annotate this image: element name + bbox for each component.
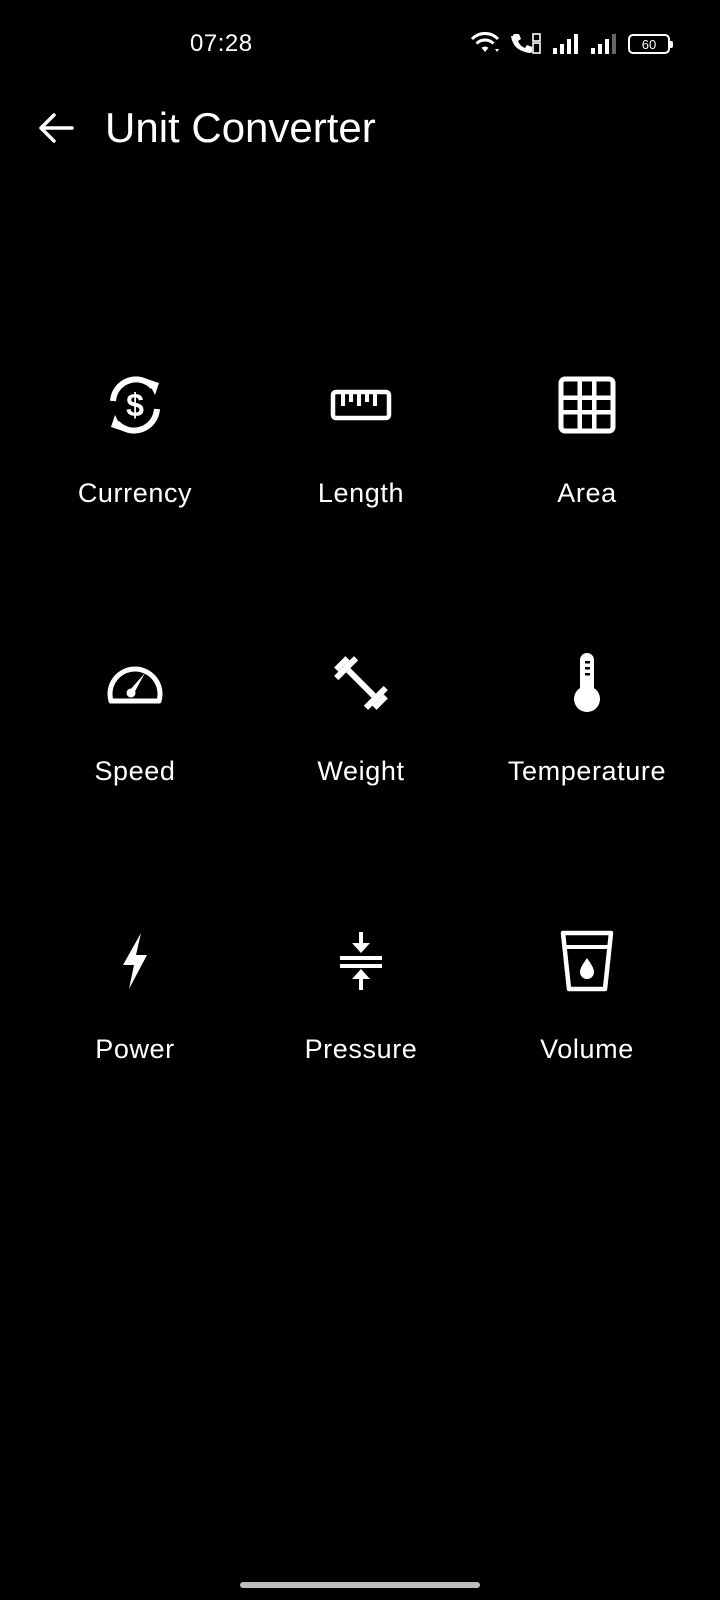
category-label: Weight — [317, 756, 405, 786]
category-label: Length — [317, 478, 405, 508]
category-label: Volume — [540, 1034, 634, 1064]
category-label: Area — [557, 478, 617, 508]
ruler-icon — [326, 370, 396, 440]
home-indicator[interactable] — [240, 1582, 480, 1588]
category-label: Temperature — [507, 756, 667, 786]
category-area[interactable]: Area — [474, 370, 700, 648]
back-button[interactable] — [30, 108, 82, 152]
category-speed[interactable]: Speed — [22, 648, 248, 926]
category-power[interactable]: Power — [22, 926, 248, 1204]
category-label: Currency — [77, 478, 193, 508]
svg-text:$: $ — [126, 387, 144, 423]
page-title: Unit Converter — [105, 104, 376, 151]
thermometer-icon — [552, 648, 622, 718]
status-icons: 60 — [470, 32, 673, 56]
signal-icon — [552, 33, 580, 55]
category-grid: $ Currency Length Area Speed Weight Temp… — [22, 370, 698, 1204]
signal-icon — [590, 33, 618, 55]
battery-level: 60 — [641, 36, 657, 52]
category-weight[interactable]: Weight — [248, 648, 474, 926]
arrow-back-icon — [36, 111, 76, 150]
grid-icon — [552, 370, 622, 440]
category-volume[interactable]: Volume — [474, 926, 700, 1204]
dumbbell-icon — [326, 648, 396, 718]
currency-exchange-icon: $ — [100, 370, 170, 440]
category-label: Power — [95, 1034, 175, 1064]
category-length[interactable]: Length — [248, 370, 474, 648]
category-label: Speed — [94, 756, 176, 786]
battery-indicator: 60 — [628, 34, 673, 54]
app-bar: Unit Converter — [0, 90, 720, 170]
water-glass-icon — [552, 926, 622, 996]
speedometer-icon — [100, 648, 170, 718]
status-bar: 07:28 60 — [0, 0, 720, 90]
status-time: 07:28 — [190, 30, 253, 57]
category-pressure[interactable]: Pressure — [248, 926, 474, 1204]
category-label: Pressure — [304, 1034, 418, 1064]
wifi-calling-icon — [510, 32, 542, 56]
category-temperature[interactable]: Temperature — [474, 648, 700, 926]
wifi-icon — [470, 32, 500, 56]
lightning-bolt-icon — [100, 926, 170, 996]
compress-icon — [326, 926, 396, 996]
category-currency[interactable]: $ Currency — [22, 370, 248, 648]
